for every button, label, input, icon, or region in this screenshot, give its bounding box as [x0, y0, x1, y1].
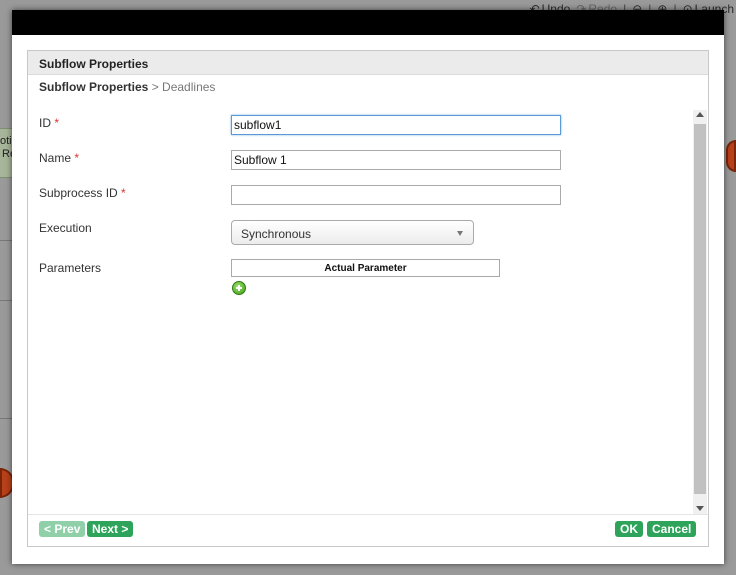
parameters-table: Actual Parameter [231, 259, 500, 277]
subprocess-id-label-row: Subprocess ID * [39, 186, 126, 200]
background-event-node [726, 140, 736, 172]
execution-select[interactable]: Synchronous [231, 220, 474, 245]
parameters-label: Parameters [39, 261, 102, 275]
id-input[interactable] [231, 115, 561, 135]
required-mark: * [54, 116, 60, 130]
dialog-header-bar[interactable] [12, 10, 724, 35]
breadcrumb-separator: > [148, 80, 163, 94]
name-input[interactable] [231, 150, 561, 170]
actual-parameter-header: Actual Parameter [324, 263, 407, 274]
form-area: ID * Name * Subprocess ID * Execution Sy… [28, 110, 692, 514]
id-label-row: ID * [39, 116, 59, 130]
required-mark: * [74, 151, 80, 165]
prev-button[interactable]: < Prev [39, 521, 86, 537]
execution-selected-value: Synchronous [241, 227, 312, 241]
breadcrumb: Subflow Properties > Deadlines [28, 75, 708, 97]
next-button[interactable]: Next > [87, 521, 134, 537]
scrollbar-thumb[interactable] [694, 124, 706, 494]
ok-button[interactable]: OK [615, 521, 643, 537]
add-parameter-icon[interactable] [232, 281, 246, 295]
name-label: Name [39, 151, 72, 165]
scroll-down-arrow-icon[interactable] [696, 506, 704, 511]
id-label: ID [39, 116, 51, 130]
subflow-dialog: Subflow Properties Subflow Properties > … [12, 10, 724, 564]
scroll-up-arrow-icon[interactable] [696, 112, 704, 117]
properties-panel: Subflow Properties Subflow Properties > … [27, 50, 709, 547]
subprocess-id-input[interactable] [231, 185, 561, 205]
subprocess-id-label: Subprocess ID [39, 186, 118, 200]
chevron-down-icon [457, 231, 463, 236]
execution-label: Execution [39, 221, 92, 235]
vertical-scrollbar[interactable] [693, 110, 707, 514]
cancel-button[interactable]: Cancel [647, 521, 697, 537]
dialog-footer: < Prev Next > OK Cancel [28, 514, 708, 546]
breadcrumb-next: Deadlines [162, 80, 216, 94]
required-mark: * [121, 186, 126, 200]
breadcrumb-current: Subflow Properties [39, 80, 149, 94]
name-label-row: Name * [39, 151, 79, 165]
panel-title: Subflow Properties [28, 51, 708, 75]
